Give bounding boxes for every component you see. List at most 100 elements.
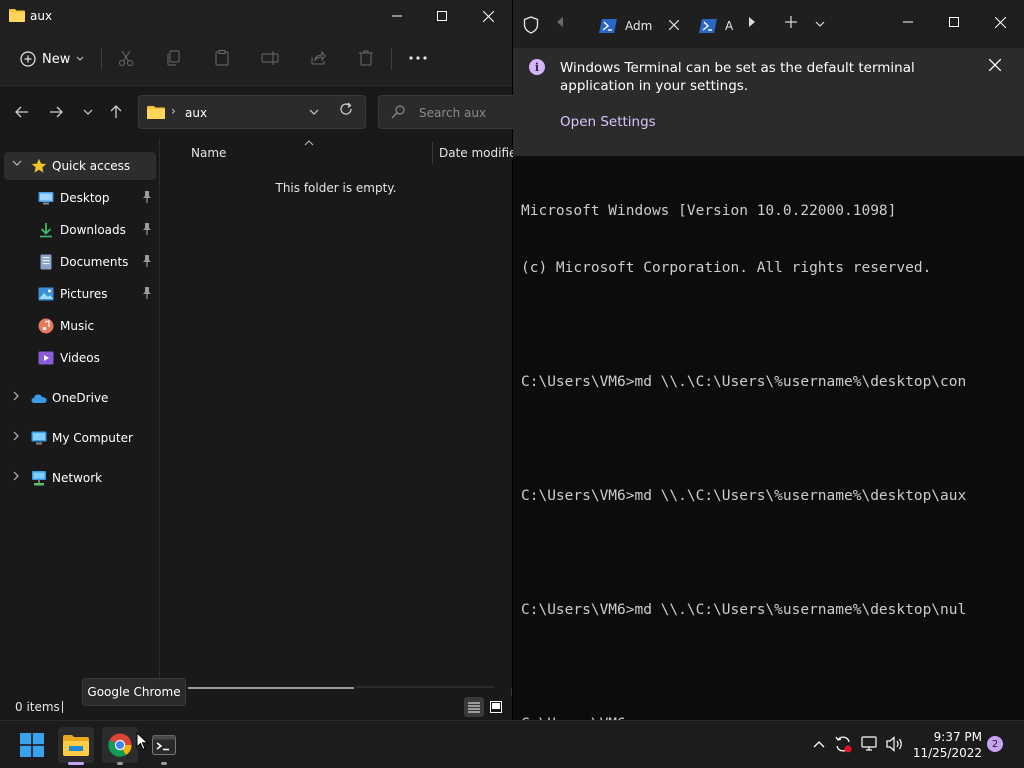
- refresh-button[interactable]: [339, 102, 353, 120]
- tab-scroll-right-icon[interactable]: [749, 17, 755, 30]
- cut-button[interactable]: [114, 46, 138, 70]
- sidebar-item-network[interactable]: Network: [4, 464, 156, 492]
- expand-chevron-icon[interactable]: [12, 431, 22, 445]
- terminal-tab-bar[interactable]: Adm A: [513, 0, 1024, 48]
- sidebar-item-music[interactable]: Music: [4, 312, 156, 340]
- large-icons-view-button[interactable]: [486, 697, 506, 717]
- new-button[interactable]: New: [14, 45, 90, 73]
- tab-scroll-left-icon[interactable]: [557, 17, 563, 30]
- sidebar-item-onedrive[interactable]: OneDrive: [4, 384, 156, 412]
- details-view-button[interactable]: [464, 697, 484, 717]
- back-button[interactable]: [10, 100, 34, 124]
- taskbar-google-chrome[interactable]: [102, 727, 138, 765]
- search-icon: [391, 105, 405, 122]
- pin-icon[interactable]: [142, 287, 152, 299]
- tab-admin-powershell[interactable]: Adm: [599, 12, 680, 40]
- volume-tray-icon[interactable]: [886, 735, 904, 753]
- windows-logo-icon: [20, 733, 44, 757]
- taskbar-file-explorer[interactable]: [58, 727, 94, 765]
- infobar-message: Windows Terminal can be set as the defau…: [560, 60, 915, 94]
- cut-icon: [119, 50, 133, 66]
- window-title: aux: [30, 9, 53, 23]
- paste-button[interactable]: [210, 46, 234, 70]
- sidebar-item-label: Music: [60, 319, 95, 333]
- column-header: Name Date modified: [160, 138, 524, 166]
- notification-badge[interactable]: 2: [987, 736, 1003, 752]
- search-box[interactable]: Search aux: [378, 95, 518, 129]
- new-tab-button[interactable]: [785, 12, 797, 33]
- chevron-up-icon: [813, 741, 825, 748]
- folder-icon: [9, 9, 25, 22]
- command-bar: New: [0, 32, 512, 86]
- sync-status-icon[interactable]: [834, 735, 852, 753]
- clock-time: 9:37 PM: [933, 730, 982, 744]
- column-date-modified-header[interactable]: Date modified: [439, 146, 524, 160]
- delete-button[interactable]: [354, 46, 378, 70]
- rename-button[interactable]: [258, 46, 282, 70]
- horizontal-scrollbar[interactable]: [188, 686, 494, 690]
- tab-label: Adm: [625, 19, 653, 33]
- taskbar-windows-terminal[interactable]: [146, 727, 182, 765]
- close-icon: [482, 10, 494, 22]
- tab-powershell[interactable]: A: [699, 12, 737, 40]
- maximize-button[interactable]: [419, 0, 465, 32]
- sidebar-item-my-computer[interactable]: My Computer: [4, 424, 156, 452]
- toolbar-divider: [101, 48, 102, 70]
- sidebar-item-documents[interactable]: Documents: [4, 248, 156, 276]
- chevron-down-icon: [83, 109, 93, 115]
- sidebar-item-label: Quick access: [52, 159, 131, 173]
- network-tray-icon[interactable]: [860, 735, 878, 753]
- pin-icon[interactable]: [142, 191, 152, 203]
- open-settings-link[interactable]: Open Settings: [560, 114, 656, 130]
- console-line: Microsoft Windows [Version 10.0.22000.10…: [521, 203, 897, 219]
- column-name-header[interactable]: Name: [191, 146, 226, 160]
- star-icon: [31, 158, 47, 173]
- recent-locations-button[interactable]: [76, 100, 100, 124]
- cloud-icon: [31, 394, 47, 403]
- system-clock[interactable]: 9:37 PM 11/25/2022: [912, 729, 982, 761]
- details-view-icon: [468, 702, 480, 713]
- up-button[interactable]: [104, 100, 128, 124]
- sidebar-item-pictures[interactable]: Pictures: [4, 280, 156, 308]
- running-indicator: [161, 762, 167, 765]
- forward-button[interactable]: [44, 100, 68, 124]
- explorer-titlebar[interactable]: aux: [0, 0, 512, 32]
- expand-chevron-icon[interactable]: [12, 471, 22, 485]
- terminal-console[interactable]: Microsoft Windows [Version 10.0.22000.10…: [521, 164, 1021, 732]
- address-row: › aux Search aux: [0, 86, 518, 138]
- close-button[interactable]: [465, 0, 511, 32]
- terminal-maximize-button[interactable]: [931, 8, 977, 36]
- pin-icon[interactable]: [142, 223, 152, 235]
- tab-close-icon[interactable]: [668, 19, 680, 34]
- expand-chevron-icon[interactable]: [12, 391, 22, 405]
- terminal-close-button[interactable]: [977, 8, 1023, 36]
- pin-icon[interactable]: [142, 255, 152, 267]
- arrow-right-icon: [50, 106, 63, 118]
- address-dropdown[interactable]: [309, 104, 319, 118]
- column-divider[interactable]: [432, 142, 433, 164]
- sidebar-item-quick-access[interactable]: Quick access: [4, 152, 156, 180]
- sidebar-item-videos[interactable]: Videos: [4, 344, 156, 372]
- file-list-pane[interactable]: Name Date modified This folder is empty.: [160, 138, 524, 688]
- sidebar-item-label: Desktop: [60, 191, 110, 205]
- collapse-chevron-icon[interactable]: [12, 159, 22, 173]
- share-button[interactable]: [306, 46, 330, 70]
- copy-button[interactable]: [162, 46, 186, 70]
- new-button-label: New: [42, 51, 71, 67]
- minimize-button[interactable]: [374, 0, 420, 32]
- sidebar-item-desktop[interactable]: Desktop: [4, 184, 156, 212]
- sidebar-item-downloads[interactable]: Downloads: [4, 216, 156, 244]
- more-options-button[interactable]: [406, 46, 430, 70]
- item-count: 0 items: [15, 700, 60, 714]
- sidebar-item-label: Pictures: [60, 287, 108, 301]
- address-bar[interactable]: › aux: [138, 95, 366, 129]
- terminal-minimize-button[interactable]: [885, 8, 931, 36]
- show-hidden-icons-button[interactable]: [810, 735, 828, 753]
- start-button[interactable]: [14, 727, 50, 763]
- arrow-left-icon: [15, 106, 28, 118]
- new-tab-dropdown-button[interactable]: [815, 16, 825, 30]
- breadcrumb-current[interactable]: aux: [185, 106, 207, 120]
- videos-icon: [38, 351, 54, 365]
- infobar-close-button[interactable]: [988, 56, 1002, 75]
